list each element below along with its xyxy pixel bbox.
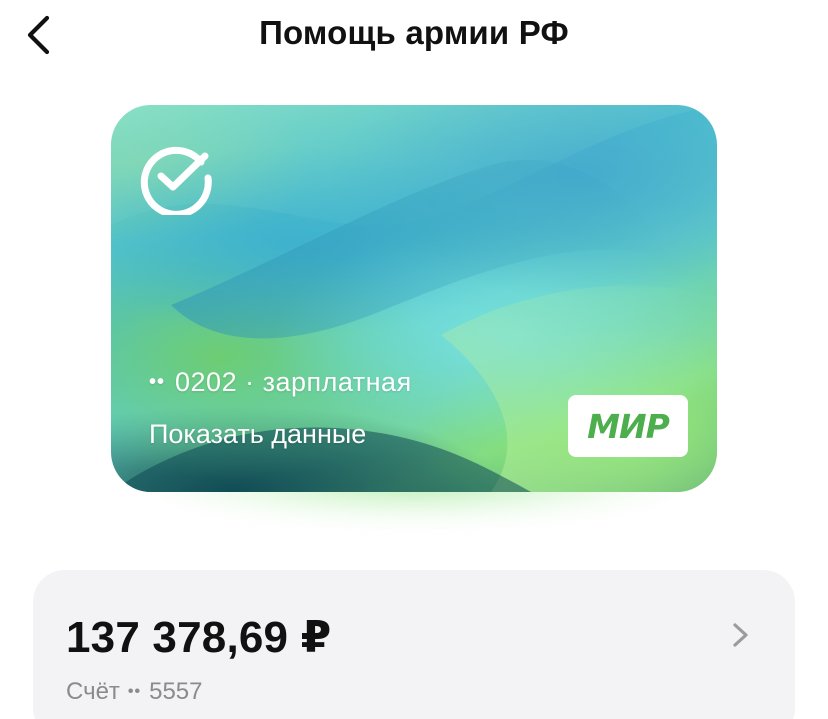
mir-logo: МИР: [587, 406, 670, 446]
account-number: 5557: [149, 678, 203, 705]
account-balance: 137 378,69 ₽: [66, 613, 332, 662]
account-masked-dots: ••: [127, 683, 142, 700]
bank-card[interactable]: •• 0202 · зарплатная Показать данные МИР: [111, 105, 717, 492]
account-label-text: Счёт: [66, 678, 120, 705]
card-number-text: 0202 · зарплатная: [175, 367, 412, 397]
card-number-label: •• 0202 · зарплатная: [149, 367, 412, 398]
mir-payment-badge: МИР: [568, 395, 688, 457]
masked-dots: ••: [149, 371, 166, 393]
account-row[interactable]: 137 378,69 ₽ Счёт •• 5557: [33, 570, 795, 719]
header: Помощь армии РФ: [0, 0, 828, 70]
card-details-screen: Помощь армии РФ •• 0202 · зарплатная Пок…: [0, 0, 828, 719]
page-title: Помощь армии РФ: [259, 14, 569, 51]
account-number-label: Счёт •• 5557: [66, 678, 203, 706]
chevron-right-icon: [733, 623, 748, 647]
show-details-link[interactable]: Показать данные: [149, 419, 366, 450]
sber-check-logo-icon: [140, 146, 212, 215]
mir-logo-text: МИР: [587, 406, 670, 446]
